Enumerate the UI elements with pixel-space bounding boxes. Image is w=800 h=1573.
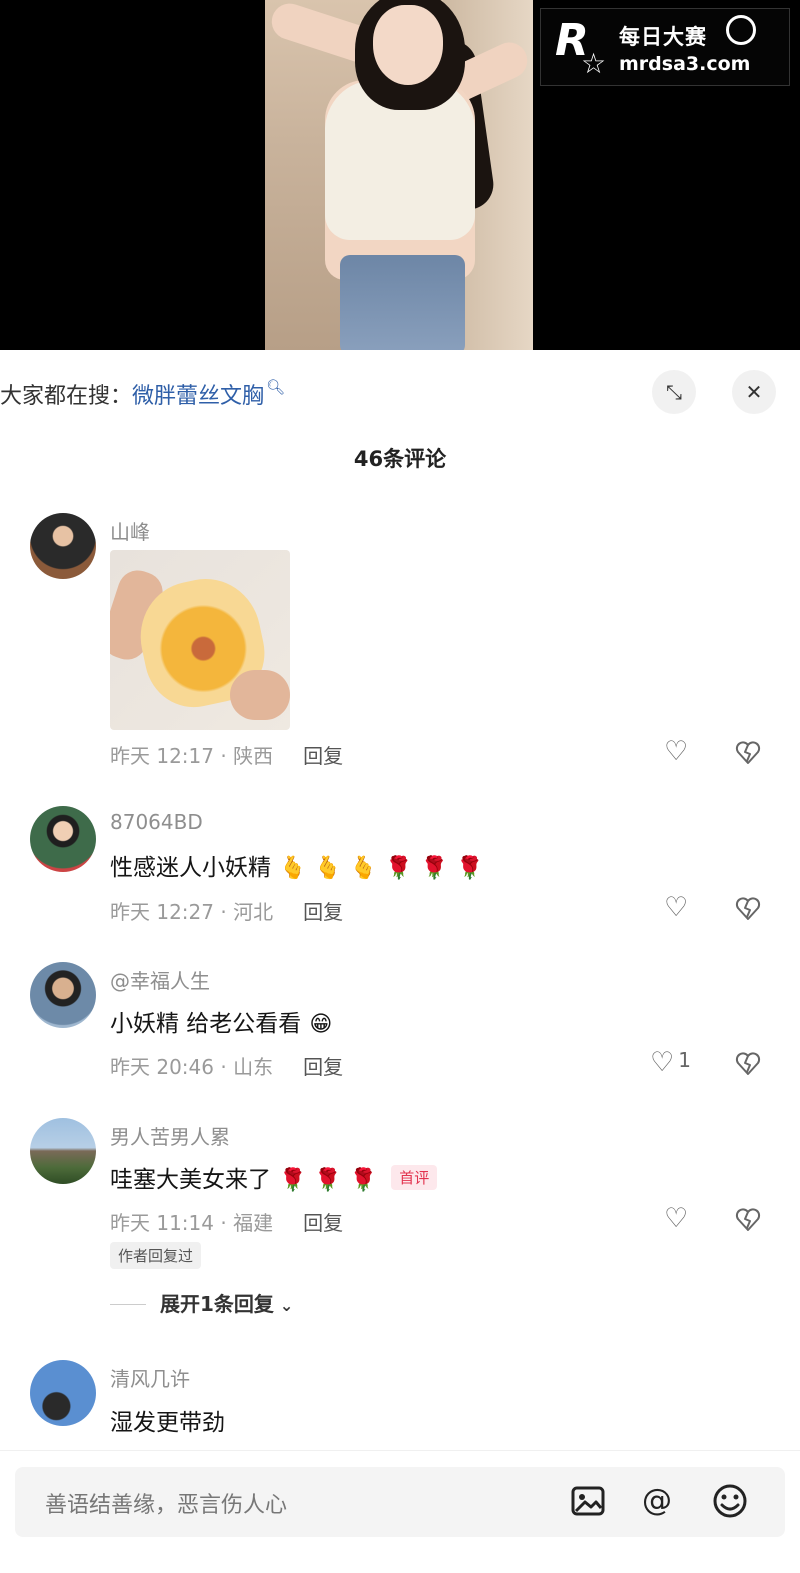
comment-body: 性感迷人小妖精 (110, 855, 271, 881)
author-replied-tag: 作者回复过 (110, 1242, 202, 1269)
search-prefix: 大家都在搜： (0, 384, 133, 409)
comment-count: 46条评论 (353, 447, 447, 471)
comment-input-placeholder: 善语结善缘，恶言伤人心 (45, 1493, 288, 1518)
magnifier-icon: 🔍︎ (266, 378, 286, 396)
search-suggestion[interactable]: 大家都在搜：微胖蕾丝文胸 🔍︎ (0, 378, 285, 410)
heart-icon: ♡ (664, 1203, 689, 1234)
collapse-icon: ⤡ (666, 380, 682, 404)
comment-text: 性感迷人小妖精 🫰 🫰 🫰 🌹 🌹 🌹 (110, 848, 483, 882)
divider (110, 1304, 146, 1305)
reply-button[interactable]: 回复 (303, 1055, 343, 1079)
ring-icon (726, 15, 756, 45)
avatar[interactable] (30, 513, 96, 579)
close-icon: ✕ (745, 380, 763, 404)
rose-emoji: 🌹 (385, 856, 413, 881)
avatar[interactable] (30, 806, 96, 872)
reply-button[interactable]: 回复 (303, 744, 343, 768)
logo-site-url: mrdsa3.com (619, 53, 751, 75)
collapse-button[interactable]: ⤡ (652, 370, 696, 414)
video-frame (265, 0, 533, 350)
chevron-down-icon: ⌄ (279, 1296, 294, 1315)
like-count: 1 (678, 1048, 691, 1072)
rose-emoji: 🌹 (456, 856, 484, 881)
rose-emoji: 🌹 (279, 1168, 307, 1193)
comment-meta: 昨天 11:14 · 福建 回复 (110, 1207, 343, 1236)
close-button[interactable]: ✕ (732, 370, 776, 414)
avatar[interactable] (30, 962, 96, 1028)
watermark-logo: R ☆ 每日大赛 mrdsa3.com (540, 8, 790, 86)
comment-username[interactable]: @幸福人生 (110, 965, 210, 994)
heart-icon: ♡ (664, 736, 689, 767)
comment-input[interactable]: 善语结善缘，恶言伤人心 @ (15, 1467, 785, 1537)
comment-time-location: 昨天 12:27 · 河北 (110, 900, 274, 924)
like-button[interactable]: ♡ (664, 738, 688, 765)
grin-emoji: 😁 (309, 1012, 333, 1037)
comment-image[interactable] (110, 550, 290, 730)
video-player[interactable]: R ☆ 每日大赛 mrdsa3.com (0, 0, 800, 350)
emoji-icon[interactable] (710, 1481, 750, 1521)
dislike-icon[interactable] (735, 1051, 761, 1077)
comment-time-location: 昨天 11:14 · 福建 (110, 1211, 274, 1235)
heart-icon: ♡ (664, 892, 689, 923)
comment-username[interactable]: 清风几许 (110, 1363, 190, 1392)
reply-button[interactable]: 回复 (303, 1211, 343, 1235)
expand-replies-button[interactable]: 展开1条回复 ⌄ (110, 1288, 293, 1317)
comment-meta: 昨天 12:17 · 陕西 回复 (110, 740, 343, 769)
comment-username[interactable]: 男人苦男人累 (110, 1121, 230, 1150)
comment-page: R ☆ 每日大赛 mrdsa3.com 大家都在搜：微胖蕾丝文胸 🔍︎ ⤡ ✕ 4… (0, 0, 800, 1573)
at-icon[interactable]: @ (637, 1481, 677, 1521)
rose-emoji: 🌹 (420, 856, 449, 881)
first-comment-badge: 首评 (391, 1165, 438, 1190)
reply-button[interactable]: 回复 (303, 900, 343, 924)
dislike-icon[interactable] (735, 896, 761, 922)
hand-heart-emoji: 🫰 (349, 856, 378, 881)
comment-time-location: 昨天 12:17 · 陕西 (110, 744, 274, 768)
search-suggestion-row: 大家都在搜：微胖蕾丝文胸 🔍︎ ⤡ ✕ (0, 362, 800, 422)
comment-composer: 善语结善缘，恶言伤人心 @ (0, 1450, 800, 1573)
comment-meta: 昨天 20:46 · 山东 回复 (110, 1051, 343, 1080)
hand-heart-emoji: 🫰 (279, 856, 307, 881)
comment-body: 湿发更带劲 (110, 1410, 225, 1436)
rose-emoji: 🌹 (314, 1168, 342, 1193)
avatar[interactable] (30, 1360, 96, 1426)
like-button[interactable]: ♡ 1 (650, 1049, 691, 1076)
comment-time-location: 昨天 20:46 · 山东 (110, 1055, 274, 1079)
comment-body: 哇塞大美女来了 (110, 1167, 271, 1193)
expand-replies-label: 展开1条回复 (160, 1292, 274, 1316)
comment-username[interactable]: 87064BD (110, 810, 203, 834)
comment-text: 湿发更带劲 (110, 1403, 225, 1437)
search-query-link[interactable]: 微胖蕾丝文胸 (132, 384, 264, 409)
dislike-icon[interactable] (735, 740, 761, 766)
hand-heart-emoji: 🫰 (314, 856, 342, 881)
rose-emoji: 🌹 (349, 1168, 378, 1193)
comment-text: 哇塞大美女来了 🌹 🌹 🌹 首评 (110, 1160, 438, 1194)
image-icon[interactable] (568, 1481, 608, 1521)
avatar[interactable] (30, 1118, 96, 1184)
dislike-icon[interactable] (735, 1207, 761, 1233)
comment-body: 小妖精 给老公看看 (110, 1011, 302, 1037)
comment-meta: 昨天 12:27 · 河北 回复 (110, 896, 343, 925)
heart-icon: ♡ (650, 1047, 675, 1078)
like-button[interactable]: ♡ (664, 894, 688, 921)
comment-username[interactable]: 山峰 (110, 516, 150, 545)
logo-site-name: 每日大赛 (619, 25, 707, 49)
star-icon: ☆ (581, 47, 607, 80)
like-button[interactable]: ♡ (664, 1205, 688, 1232)
comment-text: 小妖精 给老公看看 😁 (110, 1004, 332, 1038)
